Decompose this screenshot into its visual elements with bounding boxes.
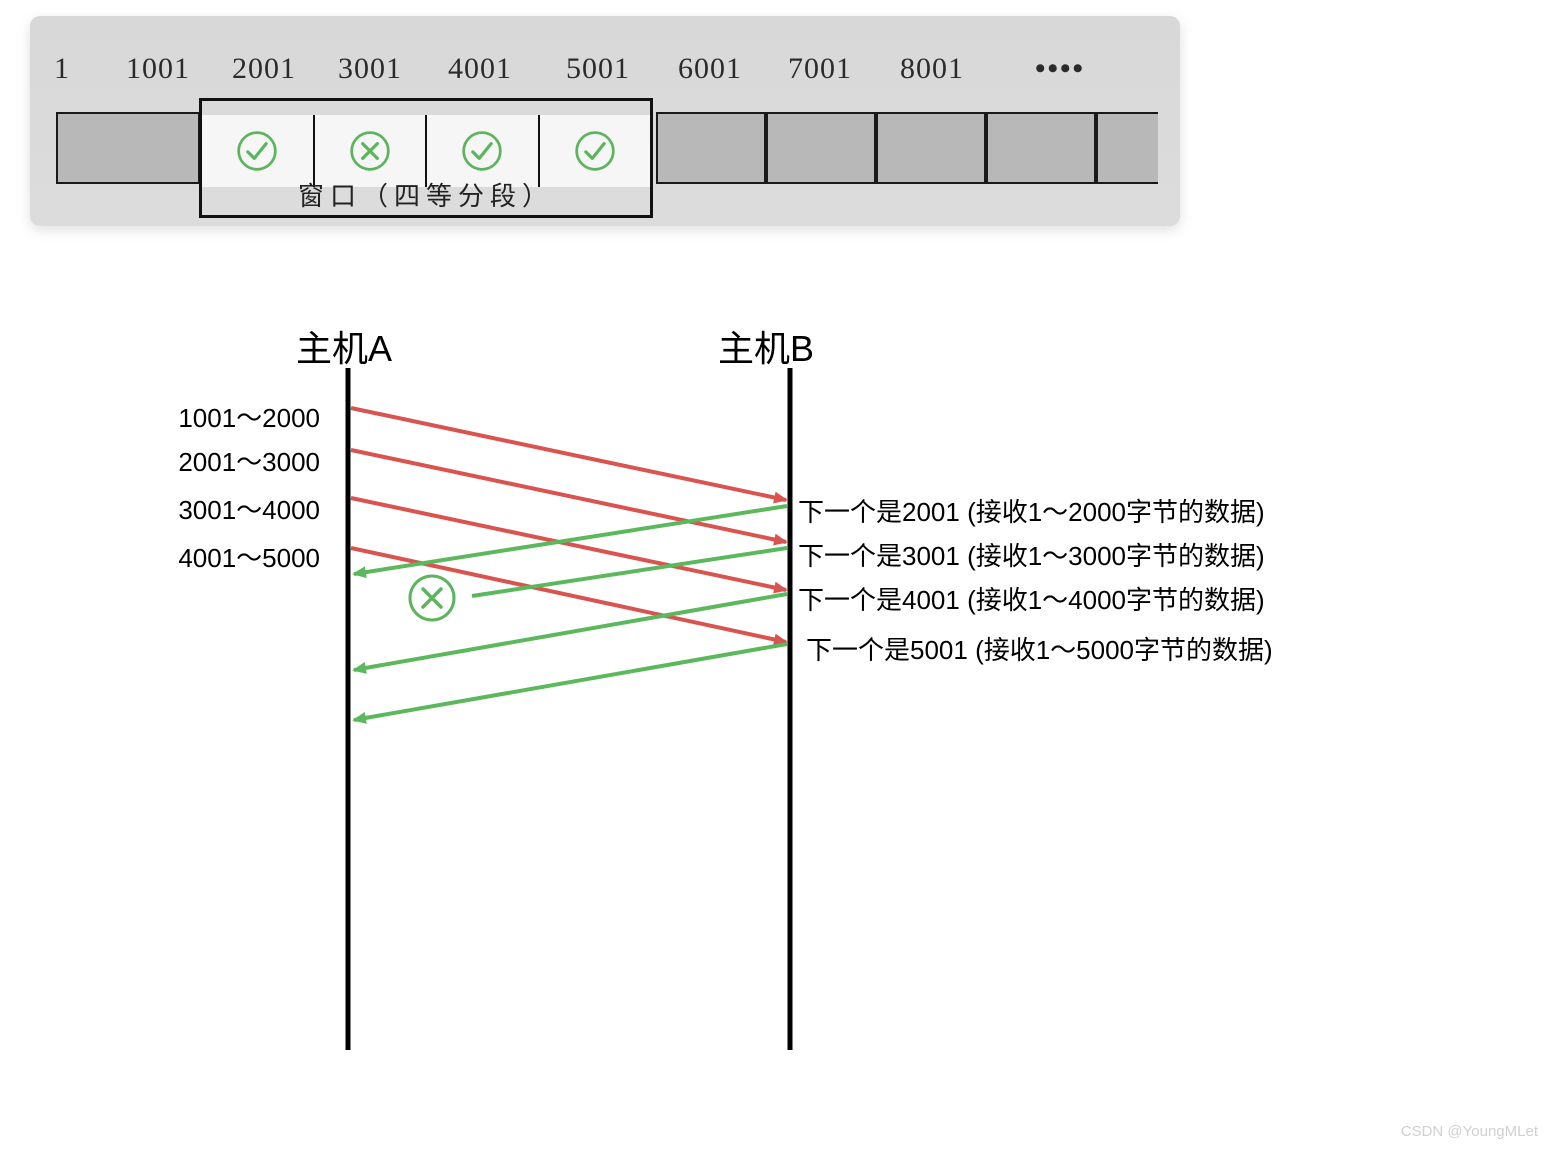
send-arrow <box>351 408 786 500</box>
seq-label: 1 <box>54 52 70 86</box>
ack-label: 下一个是3001 (接收1～3000字节的数据) <box>798 536 1265 573</box>
send-arrow <box>351 498 786 590</box>
seq-label: 4001 <box>448 52 512 86</box>
sequence-diagram: 主机A 主机B 1001～2000 2001～30 <box>0 290 1556 1090</box>
seq-label: 6001 <box>678 52 742 86</box>
send-range-label: 1001～2000 <box>160 398 320 435</box>
ack-arrow <box>354 506 787 574</box>
segment-cell <box>876 112 986 184</box>
sliding-window-strip: 1 1001 2001 3001 4001 5001 6001 7001 800… <box>30 16 1180 226</box>
ack-label: 下一个是5001 (接收1～5000字节的数据) <box>806 630 1273 667</box>
ack-arrow <box>354 644 787 720</box>
send-range-label: 3001～4000 <box>160 490 320 527</box>
check-icon <box>573 129 617 173</box>
segment-cell <box>766 112 876 184</box>
send-range-label: 4001～5000 <box>160 538 320 575</box>
watermark: CSDN @YoungMLet <box>1401 1123 1538 1140</box>
seq-label: 3001 <box>338 52 402 86</box>
segment-cell <box>656 112 766 184</box>
lost-cross-icon <box>410 576 454 620</box>
segment-cell <box>56 112 200 184</box>
send-range-label: 2001～3000 <box>160 442 320 479</box>
window-caption: 窗口（四等分段） <box>202 176 650 213</box>
seq-label: 5001 <box>566 52 630 86</box>
cross-icon <box>348 129 392 173</box>
segment-cell <box>986 112 1096 184</box>
window-rectangle: 窗口（四等分段） <box>199 98 653 218</box>
seq-label: 2001 <box>232 52 296 86</box>
check-icon <box>460 129 504 173</box>
check-icon <box>235 129 279 173</box>
segment-cell <box>1096 112 1158 184</box>
ack-label: 下一个是4001 (接收1～4000字节的数据) <box>798 580 1265 617</box>
seq-label: 8001 <box>900 52 964 86</box>
seq-label-more: •••• <box>1035 52 1085 86</box>
sequence-number-row: 1 1001 2001 3001 4001 5001 6001 7001 800… <box>30 52 1180 88</box>
ack-label: 下一个是2001 (接收1～2000字节的数据) <box>798 492 1265 529</box>
send-arrow <box>351 450 786 542</box>
seq-label: 7001 <box>788 52 852 86</box>
seq-label: 1001 <box>126 52 190 86</box>
